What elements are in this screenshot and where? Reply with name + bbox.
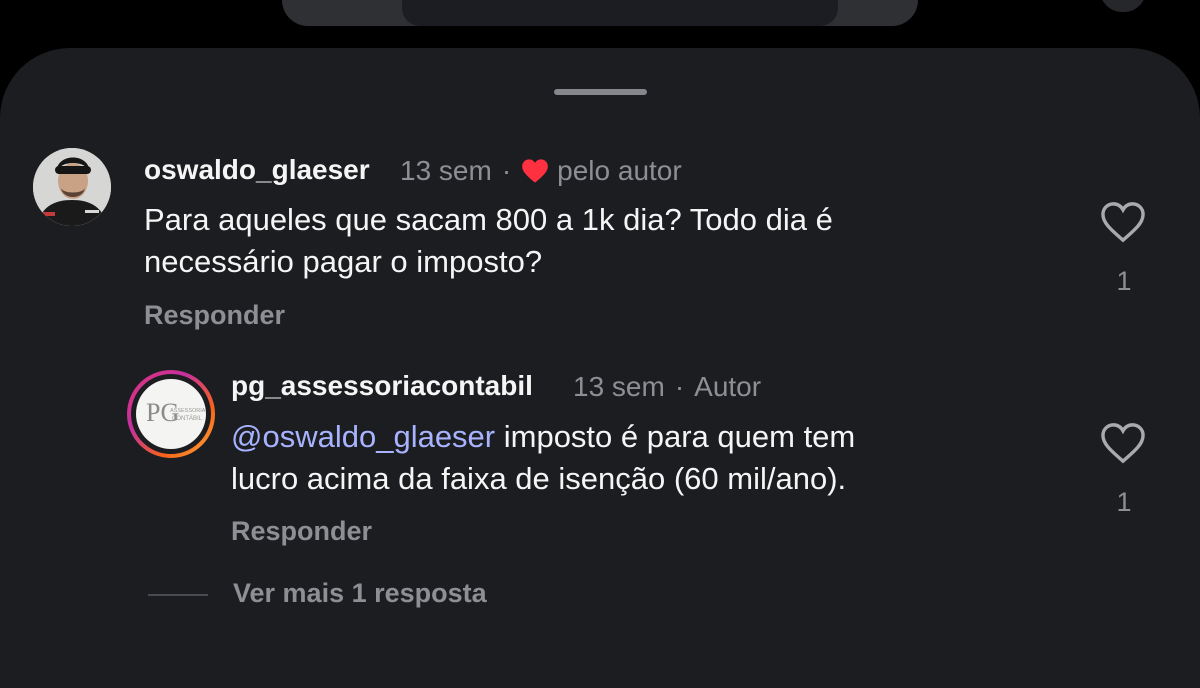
comment-username[interactable]: oswaldo_glaeser (144, 154, 370, 186)
meta-separator: · (674, 371, 685, 402)
comments-sheet (0, 48, 1200, 688)
comment-text-line: Para aqueles que sacam 800 a 1k dia? Tod… (144, 202, 833, 237)
sheet-drag-handle[interactable] (554, 89, 647, 95)
reply-text: @oswaldo_glaeser imposto é para quem tem… (231, 416, 855, 500)
avatar[interactable] (33, 148, 111, 226)
user-photo-icon (33, 148, 111, 226)
mention-link[interactable]: @oswaldo_glaeser (231, 419, 495, 454)
like-button[interactable] (1100, 422, 1146, 464)
view-more-replies-button[interactable]: Ver mais 1 resposta (233, 578, 487, 609)
meta-separator: · (501, 155, 512, 186)
liked-heart-icon (521, 158, 549, 184)
top-corner-button[interactable] (1100, 0, 1146, 12)
like-count: 1 (1116, 487, 1132, 517)
avatar[interactable]: PG ASSESSORIA CONTÁBIL (127, 370, 215, 458)
liked-by-author-label: pelo autor (557, 155, 682, 186)
like-button[interactable] (1100, 201, 1146, 243)
heart-outline-icon (1101, 423, 1145, 464)
like-count: 1 (1116, 266, 1132, 296)
comment-meta: 13 sem · pelo autor (400, 155, 682, 187)
reply-text-line: lucro acima da faixa de isenção (60 mil/… (231, 461, 847, 496)
view-more-divider (148, 594, 208, 596)
author-badge: Autor (694, 371, 762, 402)
heart-outline-icon (1101, 202, 1145, 243)
comment-text-line: necessário pagar o imposto? (144, 244, 543, 279)
comment-text: Para aqueles que sacam 800 a 1k dia? Tod… (144, 199, 833, 283)
logo-text-bottom: CONTÁBIL (172, 415, 203, 422)
reply-time: 13 sem (573, 371, 665, 402)
reply-button[interactable]: Responder (144, 300, 285, 331)
comment-time: 13 sem (400, 155, 492, 186)
brand-logo: PG ASSESSORIA CONTÁBIL (136, 379, 206, 449)
logo-text-top: ASSESSORIA (170, 408, 206, 414)
reply-username[interactable]: pg_assessoriacontabil (231, 370, 533, 402)
reply-meta: 13 sem · Autor (573, 371, 761, 403)
brand-logo-icon: PG ASSESSORIA CONTÁBIL (146, 398, 206, 427)
reply-text-rest: imposto é para quem tem (495, 419, 856, 454)
reply-button[interactable]: Responder (231, 516, 372, 547)
media-thumbnail (402, 0, 838, 26)
reply-text-line: @oswaldo_glaeser imposto é para quem tem (231, 416, 855, 458)
previous-media-preview[interactable] (282, 0, 918, 26)
